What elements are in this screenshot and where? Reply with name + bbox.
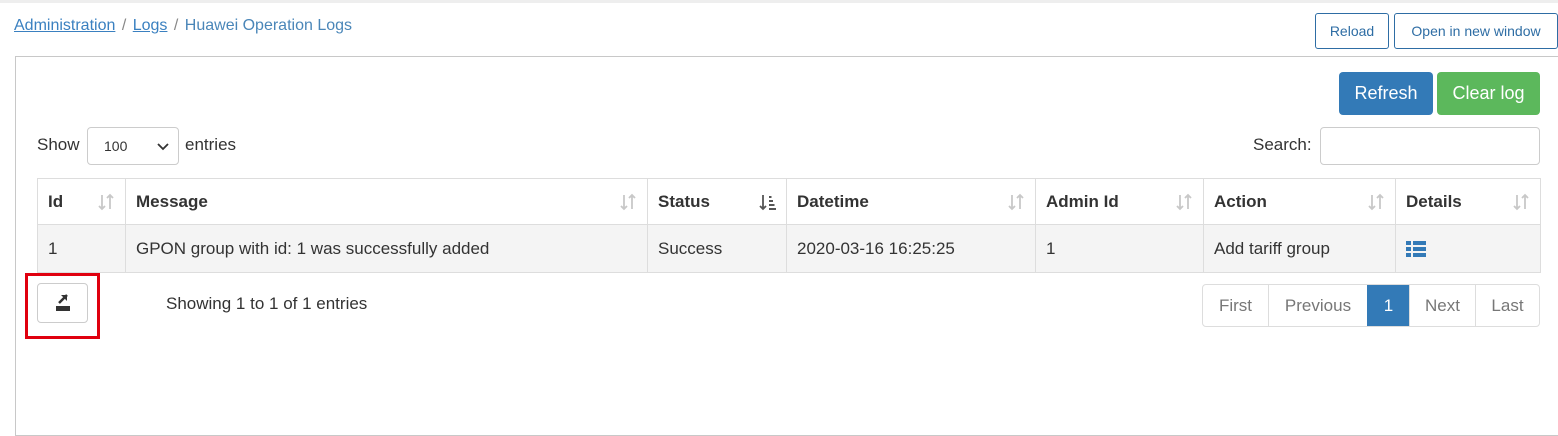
- breadcrumb-separator: /: [173, 17, 179, 34]
- cell-status: Success: [647, 224, 787, 273]
- sort-both-icon: [1008, 193, 1024, 211]
- table-row: 1 GPON group with id: 1 was successfully…: [37, 224, 1541, 273]
- search-input[interactable]: [1320, 127, 1540, 165]
- pagination: First Previous 1 Next Last: [1202, 284, 1540, 327]
- sort-both-icon: [620, 193, 636, 211]
- table-info: Showing 1 to 1 of 1 entries: [166, 294, 368, 313]
- cell-message: GPON group with id: 1 was successfully a…: [125, 224, 648, 273]
- entries-length-value: 100: [104, 138, 128, 154]
- clear-log-button[interactable]: Clear log: [1437, 72, 1540, 115]
- column-header-label: Datetime: [797, 191, 869, 211]
- export-highlight-box: [25, 273, 100, 339]
- chevron-down-icon: [157, 143, 169, 151]
- sort-both-icon: [1513, 193, 1529, 211]
- breadcrumb-separator: /: [121, 17, 127, 34]
- pagination-last[interactable]: Last: [1475, 285, 1539, 326]
- sort-both-icon: [1176, 193, 1192, 211]
- column-header-label: Details: [1406, 191, 1462, 211]
- column-header-action[interactable]: Action: [1203, 178, 1396, 225]
- column-header-status[interactable]: Status: [647, 178, 787, 225]
- pagination-first[interactable]: First: [1203, 285, 1268, 326]
- cell-action: Add tariff group: [1203, 224, 1396, 273]
- entries-length-select[interactable]: 100: [87, 127, 179, 165]
- column-header-label: Id: [48, 191, 64, 211]
- cell-datetime: 2020-03-16 16:25:25: [786, 224, 1036, 273]
- breadcrumb-current: Huawei Operation Logs: [184, 17, 353, 34]
- column-header-details[interactable]: Details: [1395, 178, 1541, 225]
- sort-both-icon: [1368, 193, 1384, 211]
- search-label: Search:: [1253, 135, 1312, 154]
- table-header-row: Id Message Status Datetime Admin Id Acti…: [37, 178, 1541, 225]
- cell-details: [1395, 224, 1541, 273]
- column-header-label: Status: [658, 191, 710, 211]
- column-header-id[interactable]: Id: [37, 178, 126, 225]
- column-header-datetime[interactable]: Datetime: [786, 178, 1036, 225]
- pagination-page-1[interactable]: 1: [1367, 285, 1409, 326]
- list-icon[interactable]: [1406, 240, 1426, 258]
- breadcrumb-link-logs[interactable]: Logs: [133, 17, 168, 34]
- show-label: Show: [37, 135, 80, 154]
- column-header-label: Message: [136, 191, 208, 211]
- sort-desc-icon: [759, 195, 776, 211]
- open-new-window-button[interactable]: Open in new window: [1394, 13, 1558, 49]
- column-header-message[interactable]: Message: [125, 178, 648, 225]
- column-header-label: Admin Id: [1046, 191, 1119, 211]
- logs-table: Id Message Status Datetime Admin Id Acti…: [37, 178, 1541, 273]
- entries-label: entries: [185, 135, 237, 154]
- column-header-label: Action: [1214, 191, 1267, 211]
- cell-admin-id: 1: [1035, 224, 1204, 273]
- pagination-next[interactable]: Next: [1409, 285, 1475, 326]
- breadcrumb: Administration / Logs / Huawei Operation…: [14, 17, 352, 35]
- refresh-button[interactable]: Refresh: [1339, 72, 1433, 115]
- breadcrumb-link-administration[interactable]: Administration: [14, 17, 115, 34]
- top-border: [0, 0, 1558, 3]
- pagination-previous[interactable]: Previous: [1268, 285, 1367, 326]
- cell-id: 1: [37, 224, 126, 273]
- reload-button[interactable]: Reload: [1315, 13, 1389, 49]
- column-header-admin-id[interactable]: Admin Id: [1035, 178, 1204, 225]
- sort-both-icon: [98, 193, 114, 211]
